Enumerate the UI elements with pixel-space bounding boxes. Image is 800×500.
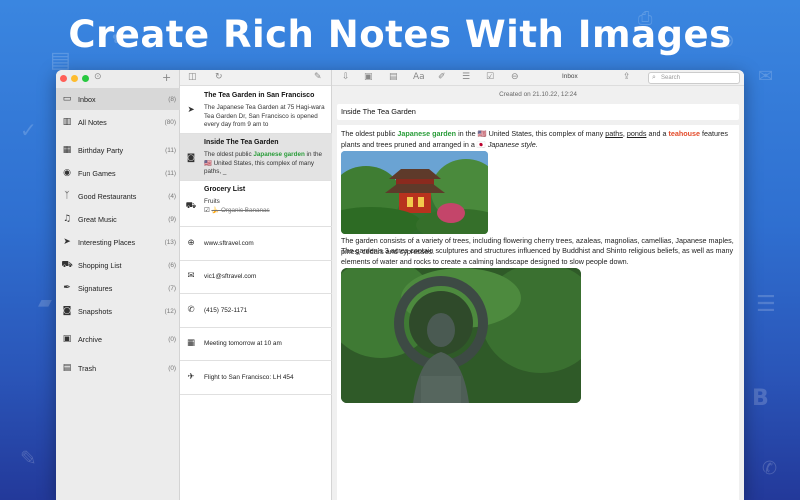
editor-pane: ⇩ ▣ ▤ Aa ✐ ☰ ☑ ⊖ Inbox ⇪ Search ⌕ Create… [332, 70, 744, 500]
bg-folder-icon: ▰ [38, 292, 52, 313]
note-item-tea-garden[interactable]: ➤ The Tea Garden in San Francisco The Ja… [180, 87, 332, 134]
note-item-grocery-list[interactable]: ⛟ Grocery List Fruits ☑ 🍌 Organic Banana… [180, 181, 332, 227]
sidebar-toggle-icon[interactable]: ◫ [188, 72, 197, 82]
phone-icon: ✆ [187, 305, 195, 315]
search-icon: ⌕ [652, 73, 656, 81]
note-list-toolbar: ◫ ↻ ✎ [180, 70, 331, 86]
sidebar-item-trash[interactable]: ▤ Trash (0) [56, 357, 180, 379]
note-list: ◫ ↻ ✎ ➤ The Tea Garden in San Francisco … [180, 70, 332, 500]
sidebar-item-birthday-party[interactable]: ▦ Birthday Party (11) [56, 139, 180, 161]
note-item-website[interactable]: ⊕ www.sftravel.com [180, 227, 332, 261]
archive-icon[interactable]: ▣ [364, 72, 373, 82]
sidebar: ⊙ + ▭ Inbox (8) ▥ All Notes (80) ▦ Birth… [56, 70, 180, 500]
bg-check-icon: ✓ [20, 118, 37, 142]
sidebar-item-all-notes[interactable]: ▥ All Notes (80) [56, 111, 180, 133]
signature-icon: ✒ [63, 283, 71, 293]
sidebar-item-inbox[interactable]: ▭ Inbox (8) [56, 88, 180, 110]
checkbox-checked-icon: ☑ [204, 207, 210, 214]
airplane-icon: ✈ [187, 372, 195, 382]
link-paths[interactable]: paths [605, 129, 623, 138]
note-item-email[interactable]: ✉ vic1@sftravel.com [180, 261, 332, 294]
mail-icon: ✉ [187, 271, 195, 281]
camera-icon: ◙ [62, 306, 72, 316]
gamepad-icon: ◉ [63, 168, 71, 178]
sidebar-item-signatures[interactable]: ✒ Signatures (7) [56, 277, 180, 299]
bg-phone-icon: ✆ [762, 458, 778, 479]
add-folder-icon[interactable]: + [162, 71, 171, 84]
link-ponds[interactable]: ponds [627, 129, 647, 138]
note-preview: The oldest public Japanese garden in the… [204, 151, 322, 176]
bg-globe-icon: ⊕ [718, 28, 735, 52]
bg-bold-icon: B [752, 386, 769, 411]
checklist-icon[interactable]: ☑ [486, 72, 494, 82]
pin-icon[interactable]: ⇩ [342, 72, 350, 82]
compose-icon[interactable]: ✎ [314, 72, 322, 82]
note-item-meeting[interactable]: ▦ Meeting tomorrow at 10 am [180, 328, 332, 361]
cart-icon: ⛟ [61, 259, 73, 270]
close-window-button[interactable] [60, 74, 67, 82]
refresh-icon[interactable]: ↻ [215, 72, 223, 82]
paragraph-intro: The oldest public Japanese garden in the… [341, 129, 728, 149]
remove-icon[interactable]: ⊖ [511, 72, 519, 82]
sidebar-item-shopping-list[interactable]: ⛟ Shopping List (6) [56, 254, 180, 276]
font-icon[interactable]: Aa [413, 72, 425, 82]
editor-toolbar: ⇩ ▣ ▤ Aa ✐ ☰ ☑ ⊖ Inbox ⇪ Search ⌕ [332, 70, 744, 86]
trash-icon: ▤ [62, 363, 72, 373]
sync-icon[interactable]: ⊙ [94, 72, 102, 82]
search-input[interactable]: Search [648, 72, 740, 84]
calendar-icon: ▦ [186, 338, 196, 348]
note-title-field[interactable]: Inside The Tea Garden [337, 104, 739, 120]
share-icon[interactable]: ⇪ [623, 72, 631, 82]
bullet-list-icon[interactable]: ☰ [462, 72, 470, 82]
minimize-window-button[interactable] [71, 74, 78, 82]
app-window: ⊙ + ▭ Inbox (8) ▥ All Notes (80) ▦ Birth… [56, 70, 744, 500]
note-item-phone[interactable]: ✆ (415) 752-1171 [180, 294, 332, 328]
buddha-image[interactable] [341, 268, 581, 403]
calendar-icon: ▦ [62, 145, 72, 155]
notes-icon: ▥ [62, 117, 72, 127]
bg-brush-icon: ✎ [20, 446, 37, 470]
sidebar-item-good-restaurants[interactable]: ᛉ Good Restaurants (4) [56, 185, 180, 207]
note-item-flight[interactable]: ✈ Flight to San Francisco: LH 454 [180, 361, 332, 395]
location-icon: ➤ [187, 105, 195, 115]
note-item-inside-tea-garden[interactable]: ◙ Inside The Tea Garden The oldest publi… [180, 134, 332, 181]
location-icon: ➤ [63, 237, 71, 247]
sidebar-item-great-music[interactable]: ♫ Great Music (9) [56, 208, 180, 230]
music-icon: ♫ [62, 214, 72, 224]
paragraph-landscape: The garden's 3 acres contain sculptures … [341, 246, 734, 266]
camera-icon: ◙ [186, 153, 196, 163]
zoom-window-button[interactable] [82, 74, 89, 82]
globe-icon: ⊕ [187, 238, 195, 248]
pagoda-image[interactable] [341, 151, 488, 234]
archive-icon: ▣ [62, 334, 72, 344]
inbox-icon: ▭ [62, 94, 72, 104]
bg-printer-icon: ⎙ [638, 8, 653, 29]
buddha-illustration [341, 268, 581, 403]
trash-icon[interactable]: ▤ [389, 72, 398, 82]
note-content[interactable]: The oldest public Japanese garden in the… [337, 125, 739, 500]
window-controls: ⊙ + [56, 70, 179, 86]
restaurant-icon: ᛉ [64, 191, 70, 201]
pagoda-illustration [341, 151, 488, 234]
cart-icon: ⛟ [185, 201, 197, 211]
sidebar-item-snapshots[interactable]: ◙ Snapshots (12) [56, 300, 180, 322]
sidebar-item-archive[interactable]: ▣ Archive (0) [56, 328, 180, 350]
bg-camera-icon: ✿ [112, 28, 126, 47]
sidebar-item-interesting-places[interactable]: ➤ Interesting Places (13) [56, 231, 180, 253]
bg-list-icon: ☰ [756, 292, 776, 317]
checklist-item: ☑ 🍌 Organic Bananas [204, 207, 270, 214]
created-date: Created on 21.10.22, 12:24 [499, 91, 577, 98]
sidebar-item-fun-games[interactable]: ◉ Fun Games (11) [56, 162, 180, 184]
toolbar-title: Inbox [562, 73, 578, 80]
bg-mail-icon: ✉ [758, 66, 774, 87]
highlight-icon[interactable]: ✐ [438, 72, 446, 82]
